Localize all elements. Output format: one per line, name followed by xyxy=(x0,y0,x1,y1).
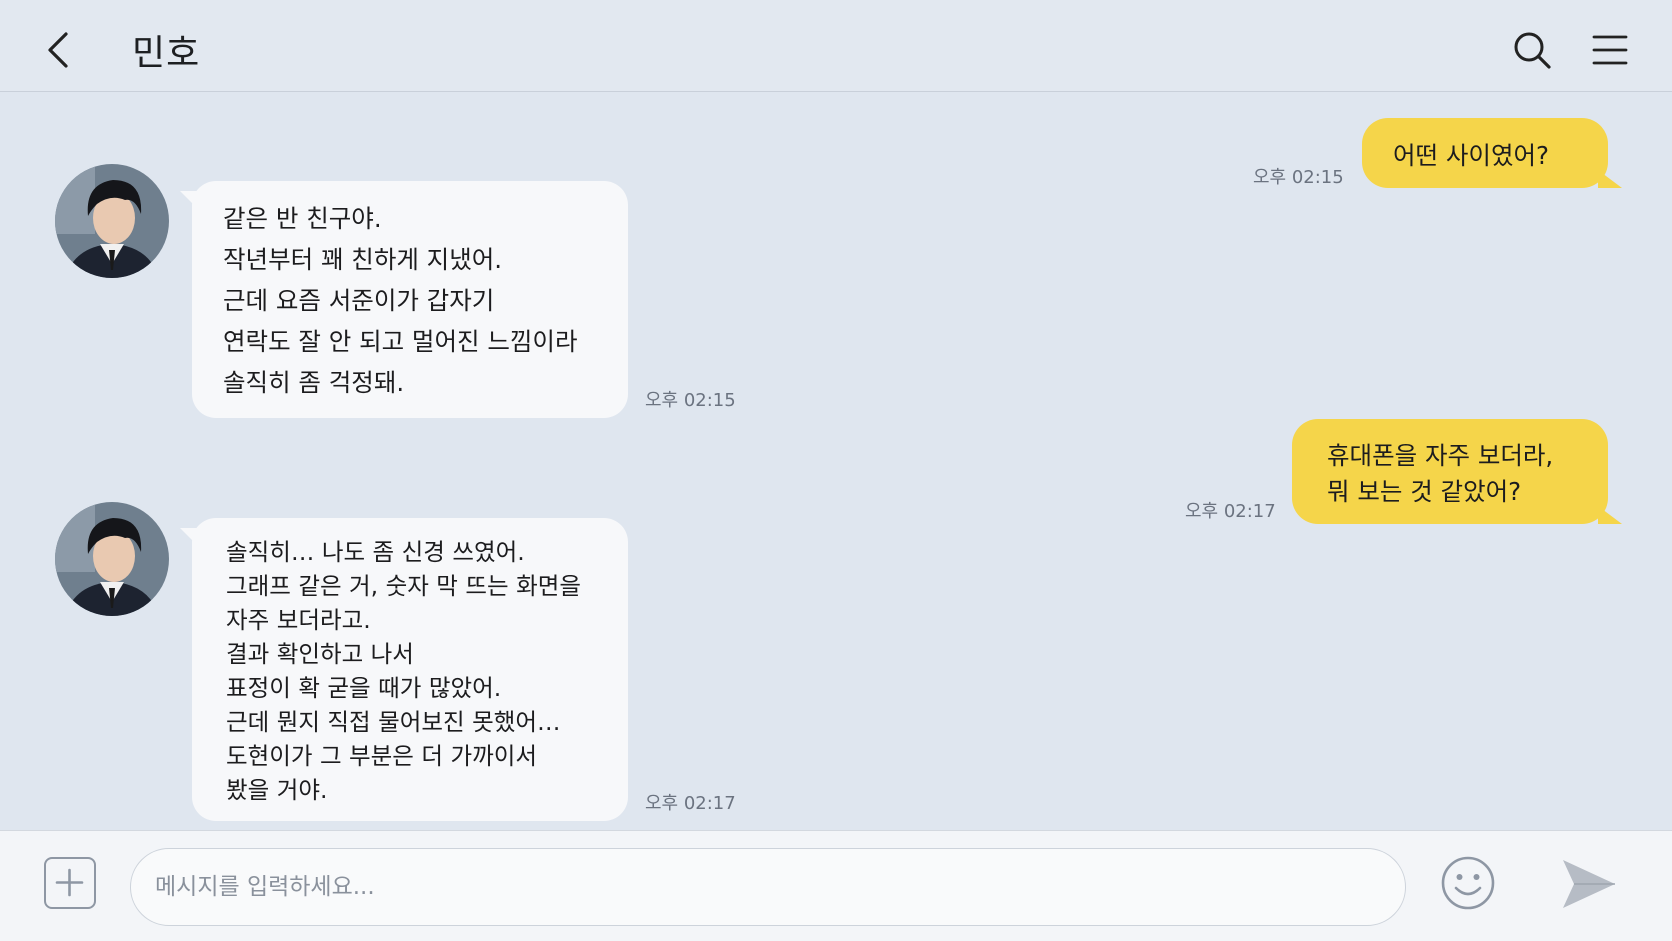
smiley-face-icon xyxy=(1441,856,1495,910)
contact-avatar[interactable] xyxy=(55,502,169,616)
chat-title: 민호 xyxy=(132,33,201,74)
menu-button[interactable] xyxy=(1590,30,1630,70)
incoming-message-bubble[interactable]: 솔직히… 나도 좀 신경 쓰였어. 그래프 같은 거, 숫자 막 뜨는 화면을 … xyxy=(180,518,628,821)
emoji-button[interactable] xyxy=(1440,855,1496,911)
chevron-left-icon xyxy=(48,32,68,68)
send-arrow-icon xyxy=(1563,860,1615,908)
message-input-bar xyxy=(0,830,1672,941)
avatar-image xyxy=(55,164,169,278)
message-time: 오후 02:15 xyxy=(645,390,736,411)
chat-header: 민호 xyxy=(0,0,1672,92)
message-text: 근데 요즘 서준이가 갑자기 xyxy=(223,286,495,315)
send-button[interactable] xyxy=(1560,857,1618,911)
outgoing-message-bubble[interactable]: 휴대폰을 자주 보더라, 뭐 보는 것 같았어? xyxy=(1292,419,1622,524)
message-text: 근데 뭔지 직접 물어보진 못했어… xyxy=(226,708,561,736)
message-input[interactable] xyxy=(130,848,1406,926)
message-text: 자주 보더라고. xyxy=(226,606,371,634)
message-text: 작년부터 꽤 친하게 지냈어. xyxy=(223,245,503,274)
avatar-image xyxy=(55,502,169,616)
search-icon xyxy=(1514,32,1551,69)
message-text: 도현이가 그 부분은 더 가까이서 xyxy=(226,742,537,770)
message-text: 봤을 거야. xyxy=(226,776,328,804)
message-time: 오후 02:17 xyxy=(1185,501,1276,522)
contact-avatar[interactable] xyxy=(55,164,169,278)
incoming-message-bubble[interactable]: 같은 반 친구야. 작년부터 꽤 친하게 지냈어. 근데 요즘 서준이가 갑자기… xyxy=(180,181,628,418)
message-time: 오후 02:17 xyxy=(645,793,736,814)
message-text: 같은 반 친구야. xyxy=(223,204,382,233)
chat-window: 민호 오후 02:15 어떤 사이였어? 같은 반 친구야. 작년부터 꽤 친하… xyxy=(0,0,1672,941)
search-button[interactable] xyxy=(1510,28,1554,72)
hamburger-menu-icon xyxy=(1592,35,1628,65)
message-text: 그래프 같은 거, 숫자 막 뜨는 화면을 xyxy=(226,572,581,600)
outgoing-message-bubble[interactable]: 어떤 사이였어? xyxy=(1362,118,1622,188)
message-time: 오후 02:15 xyxy=(1253,167,1344,188)
message-text: 어떤 사이였어? xyxy=(1393,141,1550,170)
message-text: 연락도 잘 안 되고 멀어진 느낌이라 xyxy=(223,327,578,356)
back-button[interactable] xyxy=(40,26,80,74)
add-attachment-button[interactable] xyxy=(44,857,96,909)
message-text: 뭐 보는 것 같았어? xyxy=(1327,477,1522,506)
message-text: 솔직히 좀 걱정돼. xyxy=(223,368,405,397)
message-text: 결과 확인하고 나서 xyxy=(226,640,414,668)
message-text: 솔직히… 나도 좀 신경 쓰였어. xyxy=(226,538,525,566)
message-text: 휴대폰을 자주 보더라, xyxy=(1327,441,1554,470)
plus-icon xyxy=(55,868,84,897)
message-text: 표정이 확 굳을 때가 많았어. xyxy=(226,674,502,702)
